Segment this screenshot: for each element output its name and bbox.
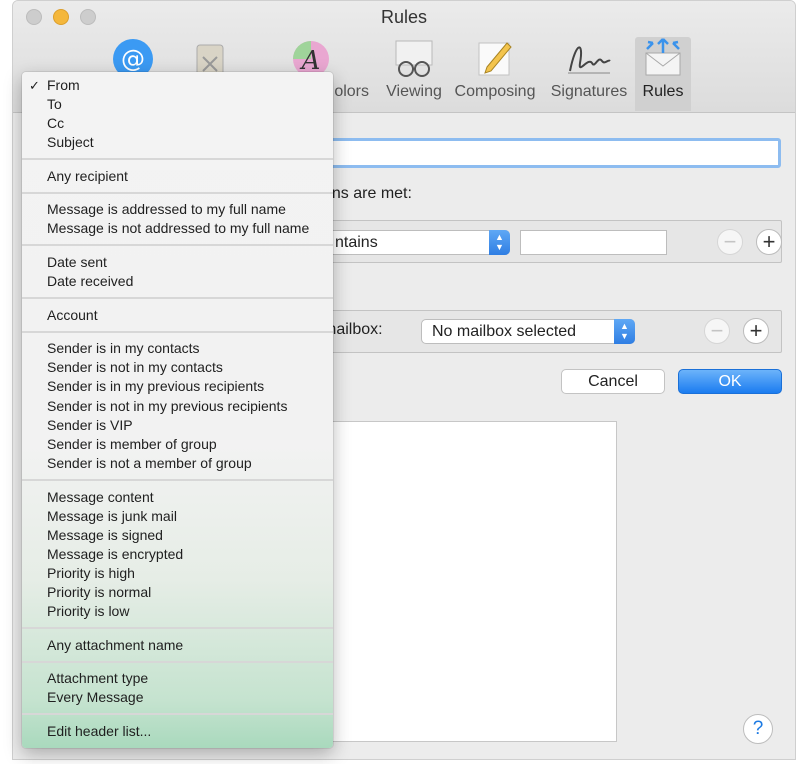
rules-envelope-icon [645,38,681,76]
menu-item-priority-normal[interactable]: Priority is normal [22,583,333,602]
menu-item-label: Sender is not a member of group [47,455,252,471]
composing-pencil-icon [478,42,512,76]
add-condition-button[interactable]: + [756,229,782,255]
ok-button[interactable]: OK [678,369,782,394]
menu-item-date-sent[interactable]: Date sent [22,253,333,272]
menu-item-label: Priority is high [47,565,135,581]
updown-arrows-icon: ▲ ▼ [614,319,635,344]
menu-separator [22,661,333,663]
menu-item-label: Sender is not in my contacts [47,359,223,375]
toolbar-item-signatures[interactable]: Signatures [547,37,631,111]
menu-separator [22,244,333,246]
menu-item-label: From [47,77,80,93]
toolbar-label-composing: Composing [454,83,536,100]
menu-item-label: Sender is in my contacts [47,340,200,356]
rule-description-field[interactable] [323,138,781,168]
menu-item-label: Any attachment name [47,637,184,653]
svg-text:@: @ [121,45,145,73]
checkmark-icon: ✓ [29,78,40,93]
menu-item-label: Sender is in my previous recipients [47,378,265,394]
remove-condition-button[interactable]: − [717,229,743,255]
menu-item-sender-not-in-contacts[interactable]: Sender is not in my contacts [22,358,333,377]
condition-value-field[interactable] [520,230,667,255]
menu-item-label: Edit header list... [47,723,152,739]
menu-item-message-content[interactable]: Message content [22,488,333,507]
menu-item-label: Subject [47,134,94,150]
menu-item-label: Message is junk mail [47,508,177,524]
toolbar-item-viewing[interactable]: Viewing [383,37,445,111]
menu-item-label: Sender is not in my previous recipients [47,398,288,414]
menu-item-edit-header-list[interactable]: Edit header list... [22,722,333,741]
viewing-glasses-icon [395,40,433,77]
menu-item-sender-not-in-previous[interactable]: Sender is not in my previous recipients [22,397,333,416]
menu-item-sender-not-member-group[interactable]: Sender is not a member of group [22,454,333,473]
menu-item-label: Account [47,307,98,323]
menu-item-sender-in-previous[interactable]: Sender is in my previous recipients [22,377,333,396]
menu-separator [22,331,333,333]
menu-item-label: Sender is VIP [47,417,133,433]
condition-operator-popup[interactable]: ntains ▲ ▼ [324,230,510,255]
menu-item-label: Message is encrypted [47,546,184,562]
toolbar-item-rules[interactable]: Rules [635,37,691,111]
menu-separator [22,297,333,299]
menu-item-to[interactable]: To [22,95,333,114]
menu-item-sender-vip[interactable]: Sender is VIP [22,416,333,435]
menu-item-sender-member-group[interactable]: Sender is member of group [22,435,333,454]
mailbox-popup[interactable]: No mailbox selected ▲ ▼ [421,319,635,344]
window-title: Rules [380,7,428,27]
cancel-button[interactable]: Cancel [561,369,665,394]
menu-item-priority-low[interactable]: Priority is low [22,602,333,621]
condition-field-menu: ✓ From To Cc Subject Any recipient Messa… [22,72,333,748]
toolbar-label-rules: Rules [642,83,684,100]
toolbar-label-signatures: Signatures [550,83,628,100]
menu-item-signed[interactable]: Message is signed [22,526,333,545]
updown-arrows-icon: ▲ ▼ [489,230,510,255]
add-action-button[interactable]: + [743,318,769,344]
menu-item-label: Date received [47,273,134,289]
conditions-label: ons are met: [323,185,412,202]
menu-item-every-message[interactable]: Every Message [22,688,333,707]
menu-item-label: Every Message [47,689,144,705]
menu-item-label: Attachment type [47,670,149,686]
menu-item-from[interactable]: ✓ From [22,76,333,95]
menu-item-addressed-full-name[interactable]: Message is addressed to my full name [22,200,333,219]
menu-separator [22,158,333,160]
menu-separator [22,713,333,715]
condition-row: ntains ▲ ▼ − + [323,220,782,263]
help-button[interactable]: ? [743,714,773,744]
menu-item-date-received[interactable]: Date received [22,272,333,291]
menu-item-label: Date sent [47,254,107,270]
toolbar-item-composing[interactable]: Composing [451,37,539,111]
menu-item-label: Any recipient [47,168,128,184]
toolbar-label-viewing: Viewing [386,83,442,100]
menu-item-sender-in-contacts[interactable]: Sender is in my contacts [22,339,333,358]
menu-item-subject[interactable]: Subject [22,133,333,152]
menu-separator [22,192,333,194]
menu-item-attachment-type[interactable]: Attachment type [22,669,333,688]
menu-item-junk-mail[interactable]: Message is junk mail [22,507,333,526]
menu-item-cc[interactable]: Cc [22,114,333,133]
menu-item-any-recipient[interactable]: Any recipient [22,167,333,186]
menu-item-label: Sender is member of group [47,436,217,452]
condition-operator-value: ntains [335,234,378,251]
menu-separator [22,479,333,481]
signature-icon [568,46,611,74]
menu-item-label: To [47,96,62,112]
menu-item-label: Message is addressed to my full name [47,201,286,217]
menu-item-account[interactable]: Account [22,306,333,325]
mailbox-popup-value: No mailbox selected [432,323,577,340]
menu-item-label: Cc [47,115,65,131]
menu-item-priority-high[interactable]: Priority is high [22,564,333,583]
menu-separator [22,627,333,629]
remove-action-button[interactable]: − [704,318,730,344]
menu-item-label: Message is signed [47,527,163,543]
menu-item-attachment-name[interactable]: Any attachment name [22,636,333,655]
menu-item-encrypted[interactable]: Message is encrypted [22,545,333,564]
menu-item-label: Priority is normal [47,584,152,600]
menu-item-label: Message content [47,489,154,505]
menu-item-label: Message is not addressed to my full name [47,220,310,236]
menu-item-not-addressed-full-name[interactable]: Message is not addressed to my full name [22,219,333,238]
menu-item-label: Priority is low [47,603,130,619]
